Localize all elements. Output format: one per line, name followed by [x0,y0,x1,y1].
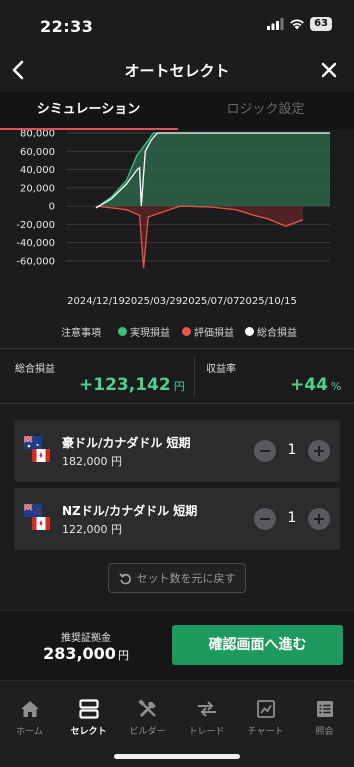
tabbar-trade[interactable]: トレード [177,699,236,737]
total-pnl-value: +123,142 円 [79,375,185,395]
undo-icon [118,572,131,584]
required-margin-value: 283,000 円 [0,644,172,663]
return-rate-number: +44 [290,375,328,395]
status-time: 22:33 [40,17,94,36]
total-pnl-label: 総合損益 [15,364,55,375]
signal-icon [267,18,284,30]
legend-dot-unrealized [182,327,191,336]
tabbar-label-inquiry: 照会 [315,727,334,737]
segment-tabs: シミュレーション ロジック設定 [0,92,354,130]
x-tick-label: 2024/12/19 [67,296,125,307]
chart-icon [256,700,275,718]
notice-link[interactable]: 注意事項 [61,324,101,339]
pair-price-nzd-cad: 122,000 円 [62,523,122,536]
tabbar-label-select: セレクト [70,727,107,737]
x-tick-label: 2025/03/29 [125,296,183,307]
required-margin-label: 推奨証拠金 [61,633,111,644]
pair-card-nzd-cad: NZドル/カナダドル 短期 122,000 円 1 [14,488,340,550]
y-tick-label: -40,000 [16,238,55,249]
battery-indicator: 63 [310,17,332,31]
pnl-chart: 80,000 60,000 40,000 20,000 0 -20,000 -40,000 -… [0,130,354,308]
nzd-cad-flag-icon [24,504,50,530]
tabbar-label-home: ホーム [16,727,43,737]
trade-icon [197,701,216,717]
confirm-button[interactable]: 確認画面へ進む [172,625,343,665]
y-tick-label: 0 [49,202,55,213]
y-tick-label: 60,000 [20,147,55,158]
y-tick-label: -20,000 [16,220,55,231]
plus-button-nzd-cad[interactable] [308,508,330,530]
close-icon[interactable] [316,56,342,84]
pair-price-aud-cad: 182,000 円 [62,455,122,468]
legend-dot-realized [118,327,127,336]
quantity-stepper-nzd-cad: 1 [254,508,330,530]
return-rate-value: +44% [290,375,341,395]
tabbar-select[interactable]: セレクト [59,699,118,737]
pair-name-nzd-cad: NZドル/カナダドル 短期 [62,504,198,518]
aud-cad-flag-icon [24,436,50,462]
quantity-value-nzd-cad: 1 [287,510,297,526]
minus-button-aud-cad[interactable] [254,440,276,462]
legend-dot-total [245,327,254,336]
pair-card-aud-cad: 豪ドル/カナダドル 短期 182,000 円 1 [14,420,340,482]
y-tick-label: 20,000 [20,183,55,194]
pair-name-aud-cad: 豪ドル/カナダドル 短期 [62,436,191,450]
inquiry-icon [316,701,333,717]
tabbar-chart[interactable]: チャート [236,699,295,737]
tabbar-inquiry[interactable]: 照会 [295,699,354,737]
tabbar-home[interactable]: ホーム [0,699,59,737]
plus-button-aud-cad[interactable] [308,440,330,462]
select-icon [78,699,99,719]
legend-item-unrealized: 評価損益 [182,324,234,339]
builder-icon [137,699,156,718]
tabbar-label-trade: トレード [188,727,225,737]
wifi-icon [290,19,304,30]
total-pnl-number: +123,142 [79,375,171,395]
pnl-summary: 総合損益 +123,142 円 収益率 +44% [0,348,354,404]
tabbar-label-builder: ビルダー [129,727,166,737]
status-icons: 63 [267,17,332,31]
reset-sets-label: セット数を元に戻す [136,572,236,585]
legend-item-realized: 実現損益 [118,324,170,339]
y-tick-label: 40,000 [20,165,55,176]
x-tick-label: 2025/10/15 [239,296,297,307]
status-bar: 22:33 63 [0,0,354,48]
required-margin-number: 283,000 [43,644,116,663]
quantity-value-aud-cad: 1 [287,442,297,458]
total-pnl-unit: 円 [173,380,185,393]
page-title: オートセレクト [124,62,230,80]
unrealized-area [96,206,303,269]
minus-button-nzd-cad[interactable] [254,508,276,530]
legend-label-total: 総合損益 [257,328,297,339]
y-tick-label: 80,000 [20,130,55,140]
tabbar-label-chart: チャート [247,727,284,737]
bottom-panel: 推奨証拠金 283,000 円 確認画面へ進む [0,610,354,680]
tabbar-builder[interactable]: ビルダー [118,699,177,737]
quantity-stepper-aud-cad: 1 [254,440,330,462]
legend-label-realized: 実現損益 [130,328,170,339]
home-icon [20,701,39,717]
summary-divider [194,357,195,397]
return-rate-label: 収益率 [206,364,236,375]
home-indicator [114,754,240,759]
x-tick-label: 2025/07/07 [182,296,240,307]
legend-item-total: 総合損益 [245,324,297,339]
nav-bar: オートセレクト [0,48,354,92]
reset-sets-button[interactable]: セット数を元に戻す [108,563,246,593]
pnl-chart-svg: 80,000 60,000 40,000 20,000 0 -20,000 -40,000 -… [16,130,330,307]
required-margin-unit: 円 [117,649,129,662]
chart-legend: 注意事項 実現損益 評価損益 総合損益 [0,324,354,340]
return-rate-unit: % [330,380,342,393]
tab-simulation[interactable]: シミュレーション [0,92,177,130]
tab-logic-settings[interactable]: ロジック設定 [177,92,354,130]
y-tick-label: -60,000 [16,256,55,267]
legend-label-unrealized: 評価損益 [194,328,234,339]
